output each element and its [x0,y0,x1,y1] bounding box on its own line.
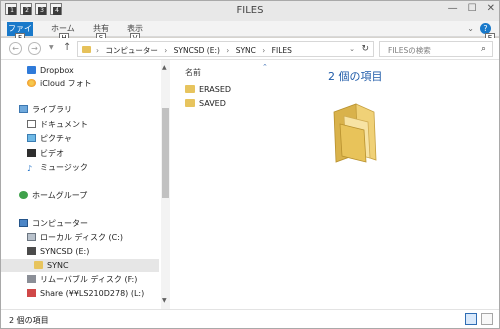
sort-indicator-icon: ⌃ [262,63,268,71]
crumb-syncsd[interactable]: SYNCSD (E:) [174,46,220,55]
details-pane: 2 個の項目 [316,60,499,309]
nav-item-local-disk[interactable]: ローカル ディスク (C:) [27,232,123,244]
nav-item-libraries[interactable]: ライブラリ [19,104,72,116]
window-title: FILES [236,5,264,16]
details-view-button[interactable] [465,313,477,325]
title-bar: 1 2 3 4 FILES — ☐ ✕ [1,1,499,21]
ribbon-expand-icon[interactable]: ⌄ [467,24,474,33]
crumb-sync[interactable]: SYNC [236,46,256,55]
maximize-icon[interactable]: ☐ [468,4,477,14]
navigation-pane: Dropbox iCloud フォト ライブラリ ドキュメント ピクチャ ビデオ… [1,60,161,309]
nav-item-syncsd[interactable]: SYNCSD (E:) [27,246,89,258]
selected-highlight [1,259,159,272]
recent-locations-icon[interactable]: ▼ [49,44,54,51]
scroll-thumb[interactable] [162,108,169,198]
explorer-window: 1 2 3 4 FILES — ☐ ✕ ファイル F ホーム H 共有 S 表示… [0,0,500,329]
local-disk-icon [27,233,36,241]
search-icon[interactable]: ⌕ [481,44,486,54]
chevron-right-icon: › [164,46,168,55]
nav-item-videos[interactable]: ビデオ [27,148,64,160]
removable-disk-icon [27,275,36,283]
network-drive-icon [27,289,36,297]
item-count-label: 2 個の項目 [328,70,383,83]
column-header-name[interactable]: 名前 [185,67,201,78]
list-item[interactable]: SAVED [185,99,226,108]
up-arrow-icon[interactable]: ↑ [63,42,71,53]
address-row: ← → ▼ ↑ › コンピューター › SYNCSD (E:) › SYNC ›… [1,38,499,60]
crumb-computer[interactable]: コンピューター [105,46,158,55]
search-input[interactable]: FILESの検索 ⌕ [379,41,493,57]
chevron-right-icon: › [262,46,266,55]
large-icons-view-button[interactable] [481,313,493,325]
nav-item-homegroup[interactable]: ホームグループ [19,190,87,202]
file-name: ERASED [199,85,232,94]
file-name: SAVED [199,99,226,108]
status-item-count: 2 個の項目 [9,316,49,325]
icloud-icon [27,79,36,87]
video-icon [27,149,36,157]
file-list: ⌃ 名前 ERASED SAVED [170,60,316,309]
ribbon-tabs: ファイル F ホーム H 共有 S 表示 V ⌄ ? E [1,21,499,47]
search-placeholder: FILESの検索 [388,46,431,55]
nav-item-music[interactable]: ♪ ミュージック [27,162,88,174]
chevron-right-icon: › [226,46,230,55]
nav-item-sync[interactable]: SYNC [34,260,69,272]
back-button[interactable]: ← [9,42,22,55]
chevron-right-icon: › [96,46,99,55]
nav-item-computer[interactable]: コンピューター [19,218,88,230]
nav-item-share[interactable]: Share (¥¥LS210D278) (L:) [27,288,144,300]
usb-drive-icon [27,247,36,255]
nav-item-removable-disk[interactable]: リムーバブル ディスク (F:) [27,274,137,286]
computer-icon [19,219,28,227]
folder-icon [185,85,195,93]
picture-icon [27,134,36,142]
crumb-files[interactable]: FILES [272,46,292,55]
chevron-down-icon[interactable]: ⌄ [349,45,355,53]
nav-scrollbar[interactable]: ▲ ▼ [161,60,170,309]
breadcrumb: › コンピューター › SYNCSD (E:) › SYNC › FILES [96,45,292,56]
minimize-icon[interactable]: — [448,4,458,14]
refresh-icon[interactable]: ↻ [361,44,369,54]
nav-item-pictures[interactable]: ピクチャ [27,133,72,145]
dropbox-icon [27,66,36,74]
nav-item-documents[interactable]: ドキュメント [27,119,88,131]
nav-item-dropbox[interactable]: Dropbox [27,65,74,77]
homegroup-icon [19,191,28,199]
forward-button[interactable]: → [28,42,41,55]
status-bar: 2 個の項目 [1,309,499,328]
nav-item-icloud-photos[interactable]: iCloud フォト [27,78,92,90]
list-item[interactable]: ERASED [185,85,231,94]
folder-icon [185,99,195,107]
close-icon[interactable]: ✕ [487,4,495,14]
scroll-up-icon[interactable]: ▲ [162,64,167,71]
address-bar[interactable]: › コンピューター › SYNCSD (E:) › SYNC › FILES ⌄… [77,41,374,57]
folder-icon [82,46,91,53]
music-icon: ♪ [27,164,33,173]
window-controls: — ☐ ✕ [448,4,495,14]
document-icon [27,120,36,128]
scroll-down-icon[interactable]: ▼ [162,297,167,304]
folder-icon [34,261,43,269]
large-folder-icon [333,103,377,163]
library-icon [19,105,28,113]
